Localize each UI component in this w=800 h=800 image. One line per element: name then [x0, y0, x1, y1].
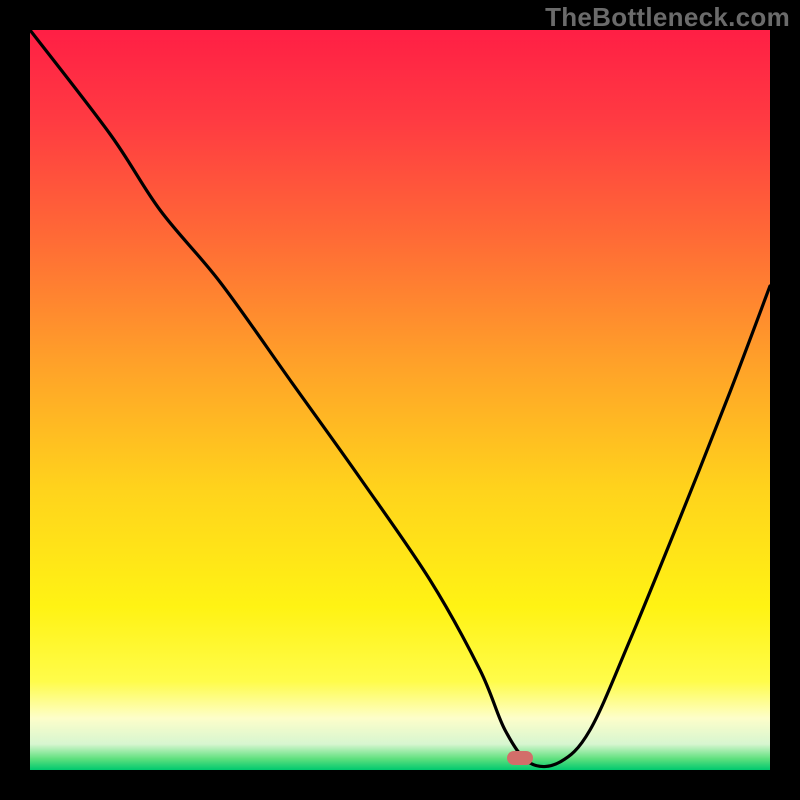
bottleneck-curve	[30, 30, 770, 770]
watermark-text: TheBottleneck.com	[545, 2, 790, 33]
optimum-marker	[507, 751, 533, 765]
figure-outer: TheBottleneck.com	[0, 0, 800, 800]
plot-area	[30, 30, 770, 770]
